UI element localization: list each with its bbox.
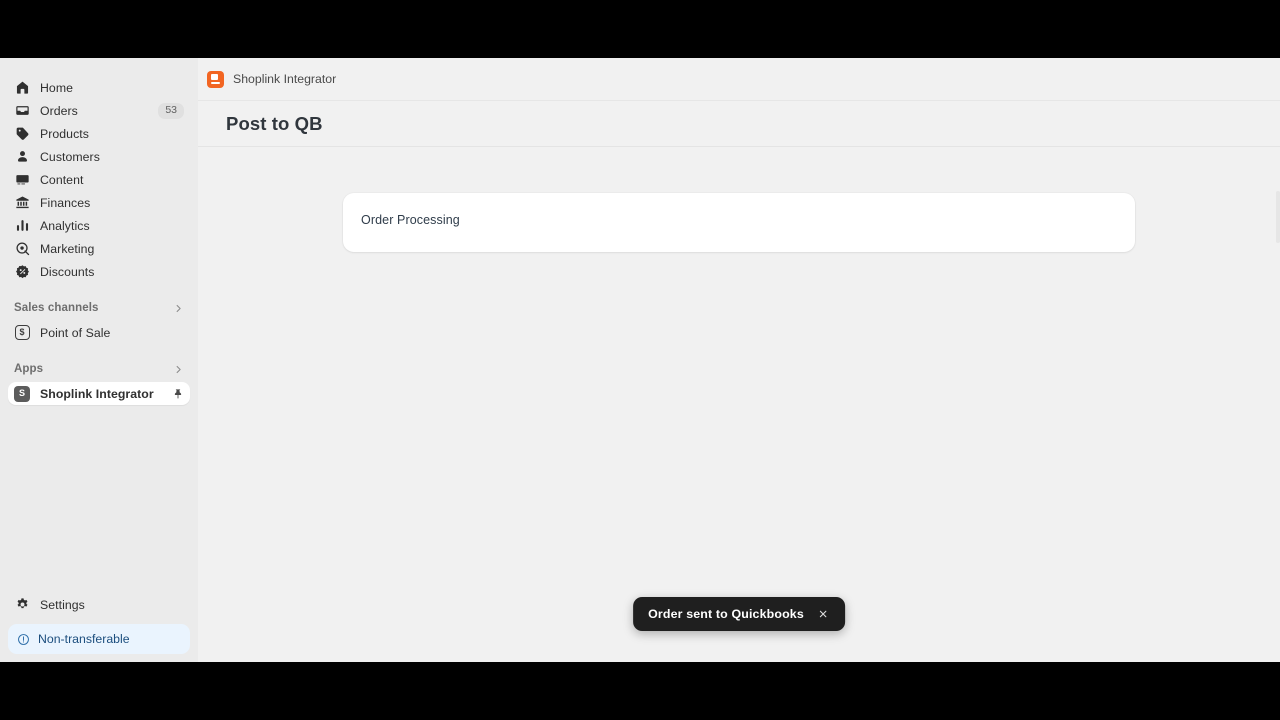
chevron-right-icon[interactable] <box>173 364 184 375</box>
sidebar-item-label: Finances <box>40 195 91 210</box>
home-icon <box>14 80 30 96</box>
sidebar: Home Orders 53 Products Customers Conten… <box>0 58 198 662</box>
page-title: Post to QB <box>226 112 323 134</box>
orders-count-badge: 53 <box>158 102 184 119</box>
sidebar-item-label: Customers <box>40 149 100 164</box>
discounts-icon <box>14 264 30 280</box>
sidebar-item-orders[interactable]: Orders 53 <box>8 99 190 122</box>
sidebar-item-settings[interactable]: Settings <box>8 593 190 616</box>
sidebar-item-label: Analytics <box>40 218 90 233</box>
banner-label: Non-transferable <box>38 632 130 646</box>
chevron-right-icon[interactable] <box>173 303 184 314</box>
gear-icon <box>14 597 30 613</box>
sidebar-item-shoplink-integrator[interactable]: S Shoplink Integrator <box>8 382 190 405</box>
products-icon <box>14 126 30 142</box>
pos-tile: $ <box>14 325 30 340</box>
sidebar-footer: Settings Non-transferable <box>0 593 198 662</box>
sidebar-item-label: Marketing <box>40 241 95 256</box>
finances-icon <box>14 195 30 211</box>
sidebar-item-label: Home <box>40 80 74 95</box>
app-tile-glyph: S <box>18 388 25 398</box>
sidebar-item-finances[interactable]: Finances <box>8 191 190 214</box>
sidebar-item-label: Products <box>40 126 89 141</box>
analytics-icon <box>14 218 30 234</box>
sidebar-item-marketing[interactable]: Marketing <box>8 237 190 260</box>
sidebar-item-home[interactable]: Home <box>8 76 190 99</box>
app-tile-icon: S <box>14 385 30 402</box>
non-transferable-banner[interactable]: Non-transferable <box>8 624 190 654</box>
sidebar-item-label: Shoplink Integrator <box>40 386 154 401</box>
scrollbar-thumb[interactable] <box>1276 191 1280 243</box>
sidebar-item-label: Settings <box>40 597 85 612</box>
shoplink-app-icon <box>207 70 224 88</box>
app-tile: S <box>14 385 30 402</box>
breadcrumb: Shoplink Integrator <box>198 58 1280 101</box>
section-title: Apps <box>14 363 44 375</box>
apps-section-header[interactable]: Apps <box>8 358 190 380</box>
content-inner: Order Processing <box>198 147 1280 252</box>
marketing-icon <box>14 241 30 257</box>
toast-message: Order sent to Quickbooks <box>648 607 804 621</box>
sidebar-item-customers[interactable]: Customers <box>8 145 190 168</box>
sidebar-item-discounts[interactable]: Discounts <box>8 260 190 283</box>
toast-notification: Order sent to Quickbooks <box>633 597 845 631</box>
sales-channels-section-header[interactable]: Sales channels <box>8 297 190 319</box>
breadcrumb-app-name[interactable]: Shoplink Integrator <box>233 72 336 86</box>
sidebar-item-label: Discounts <box>40 264 95 279</box>
customers-icon <box>14 149 30 165</box>
sidebar-item-label: Content <box>40 172 84 187</box>
sidebar-item-point-of-sale[interactable]: $ Point of Sale <box>8 321 190 344</box>
pos-tile-glyph: $ <box>19 327 25 337</box>
info-circle-icon <box>17 633 30 646</box>
close-icon[interactable] <box>816 607 831 622</box>
sidebar-item-label: Orders <box>40 103 78 118</box>
sidebar-item-analytics[interactable]: Analytics <box>8 214 190 237</box>
content-scroll-region[interactable]: Order Processing <box>198 147 1280 662</box>
orders-icon <box>14 103 30 119</box>
main-area: Shoplink Integrator Post to QB Order Pro… <box>198 58 1280 662</box>
card-title: Order Processing <box>361 213 460 227</box>
pin-icon[interactable] <box>172 388 184 400</box>
sidebar-item-content[interactable]: Content <box>8 168 190 191</box>
point-of-sale-icon: $ <box>14 325 30 341</box>
app-viewport: Home Orders 53 Products Customers Conten… <box>0 58 1280 662</box>
sidebar-item-products[interactable]: Products <box>8 122 190 145</box>
content-icon <box>14 172 30 188</box>
page-header: Post to QB <box>198 101 1280 147</box>
order-processing-card: Order Processing <box>343 193 1135 252</box>
primary-nav: Home Orders 53 Products Customers Conten… <box>0 76 198 283</box>
section-title: Sales channels <box>14 302 99 314</box>
sidebar-item-label: Point of Sale <box>40 325 111 340</box>
